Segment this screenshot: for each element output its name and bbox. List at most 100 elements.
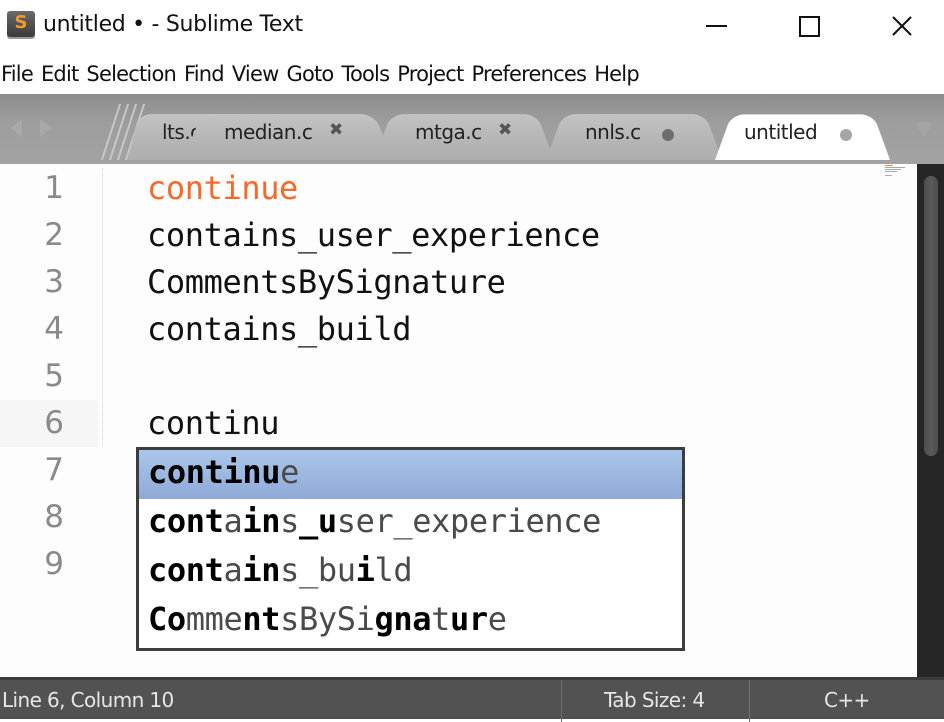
- matched-char: C: [148, 600, 167, 638]
- matched-char: t: [261, 600, 281, 638]
- modified-dot-icon[interactable]: [840, 129, 852, 141]
- autocomplete-item[interactable]: contains_user_experience: [139, 499, 682, 548]
- code-line[interactable]: contains_user_experience: [147, 216, 600, 254]
- matched-char: _: [299, 502, 318, 540]
- tab-median-c[interactable]: median.c ✖: [182, 102, 394, 160]
- unmatched-char: _: [299, 551, 318, 589]
- matched-char: i: [223, 453, 243, 491]
- tab-label: mtga.c: [415, 120, 482, 144]
- matched-char: i: [242, 551, 262, 589]
- line-number: 7: [44, 452, 64, 488]
- code-line[interactable]: continue: [147, 169, 298, 207]
- unmatched-char: s: [336, 502, 356, 540]
- matched-char: n: [185, 502, 205, 540]
- matched-char: o: [166, 600, 186, 638]
- unmatched-char: e: [223, 600, 243, 638]
- matched-char: i: [355, 551, 375, 589]
- close-window-button[interactable]: [879, 0, 925, 52]
- autocomplete-item-label: continue: [148, 453, 299, 491]
- code-line[interactable]: contains_build: [147, 310, 412, 348]
- matched-char: n: [242, 453, 262, 491]
- unmatched-char: e: [487, 600, 507, 638]
- maximize-icon: [798, 15, 820, 37]
- matched-char: n: [185, 551, 205, 589]
- menu-tools[interactable]: Tools: [338, 56, 394, 92]
- autocomplete-item[interactable]: CommentsBySignature: [139, 597, 682, 646]
- tab-untitled[interactable]: untitled: [715, 102, 890, 160]
- matched-char: t: [204, 453, 224, 491]
- line-number: 8: [44, 499, 64, 535]
- maximize-button[interactable]: [786, 0, 832, 52]
- menu-edit[interactable]: Edit: [38, 56, 83, 92]
- window-title: untitled • - Sublime Text: [43, 12, 303, 37]
- minimap[interactable]: [885, 165, 907, 177]
- unmatched-char: b: [317, 551, 337, 589]
- unmatched-char: s: [280, 502, 299, 540]
- unmatched-char: s: [280, 600, 299, 638]
- unmatched-char: p: [450, 502, 469, 540]
- unmatched-char: a: [223, 502, 243, 540]
- matched-char: c: [148, 453, 167, 491]
- menu-view[interactable]: View: [229, 56, 284, 92]
- line-number: 4: [44, 311, 64, 347]
- tab-scroll-right-icon[interactable]: [40, 119, 52, 137]
- autocomplete-popup: continue contains_user_experience contai…: [136, 447, 685, 651]
- matched-char: c: [148, 551, 167, 589]
- status-divider: [561, 680, 562, 722]
- menu-selection[interactable]: Selection: [83, 56, 181, 92]
- code-line[interactable]: CommentsBySignature: [147, 263, 506, 301]
- autocomplete-item[interactable]: continue: [139, 450, 682, 499]
- unmatched-char: S: [336, 600, 356, 638]
- autocomplete-item-label: CommentsBySignature: [148, 600, 507, 638]
- tab-close-icon[interactable]: ✖: [498, 120, 512, 140]
- menu-find[interactable]: Find: [181, 56, 229, 92]
- line-number: 5: [44, 358, 64, 394]
- matched-char: u: [261, 453, 281, 491]
- unmatched-char: e: [280, 453, 299, 491]
- code-line-current[interactable]: continu: [147, 404, 279, 442]
- unmatched-char: x: [431, 502, 450, 540]
- tab-close-icon[interactable]: ✖: [329, 120, 343, 140]
- unmatched-char: u: [336, 551, 356, 589]
- menu-help[interactable]: Help: [591, 56, 644, 92]
- cursor-position: Line 6, Column 10: [2, 688, 174, 712]
- unmatched-char: n: [544, 502, 564, 540]
- matched-char: t: [204, 502, 224, 540]
- unmatched-char: B: [299, 600, 318, 638]
- menu-preferences[interactable]: Preferences: [468, 56, 591, 92]
- menu-project[interactable]: Project: [394, 56, 468, 92]
- autocomplete-item-label: contains_user_experience: [148, 502, 601, 540]
- unmatched-char: e: [468, 502, 488, 540]
- matched-char: n: [185, 453, 205, 491]
- autocomplete-item[interactable]: contains_build: [139, 548, 682, 597]
- matched-char: o: [166, 502, 186, 540]
- tab-scroll-left-icon[interactable]: [10, 119, 22, 137]
- unmatched-char: t: [431, 600, 450, 638]
- unmatched-char: a: [223, 551, 243, 589]
- matched-char: n: [261, 502, 281, 540]
- matched-char: o: [166, 453, 186, 491]
- modified-dot-icon[interactable]: [662, 129, 674, 141]
- matched-char: g: [374, 600, 394, 638]
- unmatched-char: l: [374, 551, 394, 589]
- vertical-scrollbar[interactable]: [917, 164, 944, 677]
- status-bar: Line 6, Column 10 Tab Size: 4 C++: [0, 677, 944, 722]
- tab-nnls-c[interactable]: nnls.c: [546, 102, 722, 160]
- syntax-selector[interactable]: C++: [824, 688, 870, 712]
- minimize-icon: [705, 25, 727, 27]
- tab-label: nnls.c: [585, 120, 641, 144]
- menu-file[interactable]: File: [0, 56, 38, 92]
- matched-char: n: [242, 600, 262, 638]
- matched-char: r: [468, 600, 488, 638]
- unmatched-char: r: [374, 502, 394, 540]
- unmatched-char: m: [185, 600, 205, 638]
- menu-goto[interactable]: Goto: [283, 56, 338, 92]
- tab-mtga-c[interactable]: mtga.c ✖: [374, 102, 554, 160]
- matched-char: n: [261, 551, 281, 589]
- minimize-button[interactable]: [693, 0, 739, 52]
- scrollbar-thumb[interactable]: [924, 176, 938, 456]
- unmatched-char: m: [204, 600, 224, 638]
- tab-size-selector[interactable]: Tab Size: 4: [604, 688, 705, 712]
- autocomplete-item-label: contains_build: [148, 551, 413, 589]
- tab-list-dropdown-icon[interactable]: [915, 122, 933, 137]
